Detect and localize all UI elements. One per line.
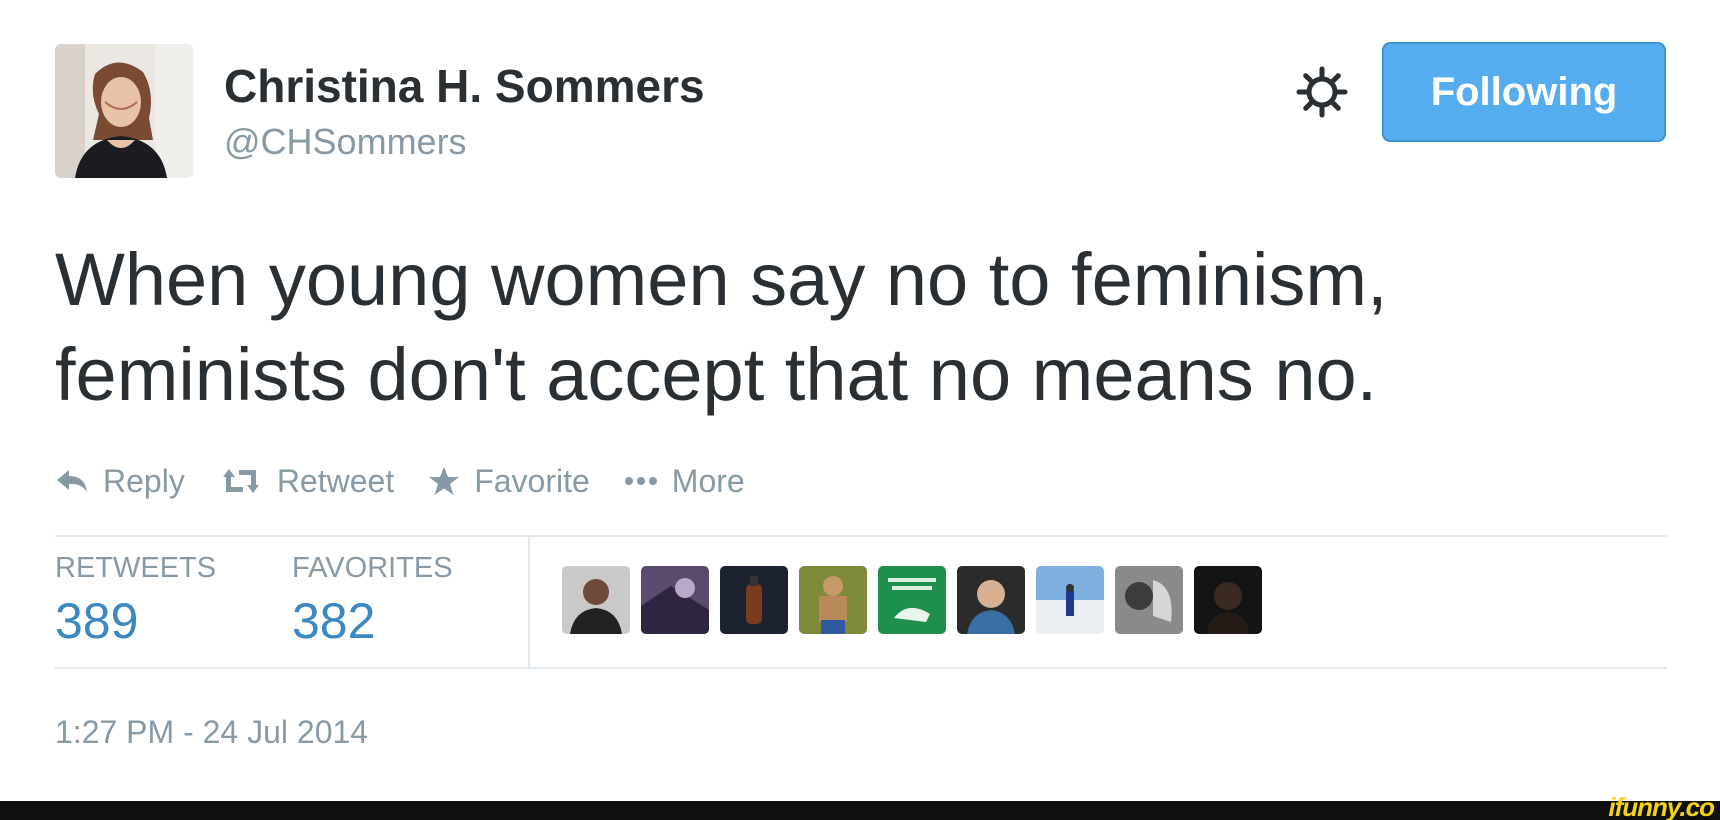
more-label: More: [671, 462, 745, 499]
reply-icon: [57, 470, 87, 492]
retweets-label: RETWEETS: [55, 552, 217, 584]
favoriter-avatar[interactable]: [1036, 566, 1104, 634]
tweet-timestamp[interactable]: 1:27 PM - 24 Jul 2014: [55, 712, 368, 752]
favoriter-avatar[interactable]: [720, 566, 788, 634]
retweets-stat[interactable]: RETWEETS 389: [55, 550, 216, 652]
retweets-count: 389: [55, 593, 139, 649]
favoriter-avatar[interactable]: [1194, 566, 1262, 634]
star-icon: [429, 467, 460, 495]
more-action[interactable]: More: [624, 463, 745, 500]
favoriter-avatar[interactable]: [799, 566, 867, 634]
favoriter-avatar[interactable]: [641, 566, 709, 634]
favoriter-avatar[interactable]: [957, 566, 1025, 634]
favoriter-avatar[interactable]: [562, 566, 630, 634]
retweet-action[interactable]: Retweet: [219, 463, 394, 500]
favorites-label: FAVORITES: [292, 552, 453, 584]
favorites-stat[interactable]: FAVORITES 382: [292, 550, 453, 652]
more-dots-icon: [624, 477, 657, 485]
tweet-card: Christina H. Sommers @CHSommers Followin…: [0, 0, 1720, 820]
tweet-text-line-1: When young women say no to feminism,: [55, 238, 1388, 321]
favorite-action[interactable]: Favorite: [428, 463, 590, 500]
gear-icon[interactable]: [1294, 64, 1350, 120]
divider-top: [55, 535, 1667, 537]
author-avatar[interactable]: [55, 44, 193, 178]
watermark: ifunny.co: [1608, 792, 1715, 820]
retweet-icon: [222, 469, 259, 493]
tweet-text-line-2: feminists don't accept that no means no.: [55, 333, 1378, 416]
author-name[interactable]: Christina H. Sommers: [224, 58, 705, 114]
divider-vertical: [528, 537, 530, 669]
divider-bottom: [55, 667, 1667, 669]
favoriter-avatars: [562, 566, 1273, 634]
reply-label: Reply: [103, 462, 185, 499]
following-button[interactable]: Following: [1382, 42, 1666, 142]
retweet-label: Retweet: [276, 462, 395, 499]
tweet-actions: Reply Retweet Favorite More: [55, 456, 779, 506]
author-handle[interactable]: @CHSommers: [224, 120, 467, 164]
favorite-label: Favorite: [474, 462, 590, 499]
favorites-count: 382: [292, 593, 376, 649]
reply-action[interactable]: Reply: [55, 463, 185, 500]
tweet-text: When young women say no to feminism, fem…: [55, 232, 1615, 422]
favoriter-avatar[interactable]: [1115, 566, 1183, 634]
footer-bar: ifunny.co: [0, 793, 1720, 820]
favoriter-avatar[interactable]: [878, 566, 946, 634]
